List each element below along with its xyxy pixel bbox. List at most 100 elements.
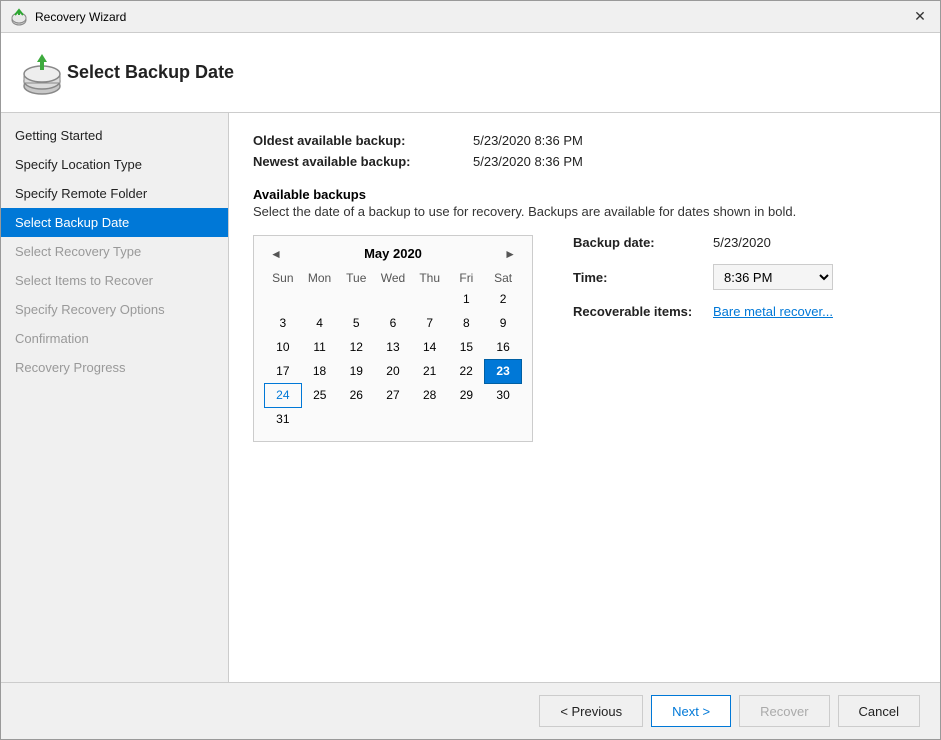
close-button[interactable]: ✕: [908, 5, 932, 29]
col-sat: Sat: [485, 269, 522, 287]
time-label: Time:: [573, 270, 713, 285]
col-wed: Wed: [375, 269, 412, 287]
calendar-day[interactable]: 6: [375, 311, 412, 335]
time-row: Time: 8:36 PM: [573, 264, 833, 290]
calendar-week: 31: [265, 407, 522, 431]
header-title: Select Backup Date: [67, 62, 234, 83]
calendar-day[interactable]: 24: [265, 383, 302, 407]
calendar-day-empty: [411, 287, 448, 311]
calendar-day-empty: [301, 287, 338, 311]
calendar-month-year: May 2020: [364, 246, 422, 261]
calendar-day[interactable]: 27: [375, 383, 412, 407]
backup-icon: [17, 48, 67, 98]
calendar-header: ◄ May 2020 ►: [264, 246, 522, 261]
calendar-day-headers: Sun Mon Tue Wed Thu Fri Sat: [265, 269, 522, 287]
sidebar-item-getting-started[interactable]: Getting Started: [1, 121, 228, 150]
backup-date-value: 5/23/2020: [713, 235, 771, 250]
calendar-day[interactable]: 11: [301, 335, 338, 359]
footer: < Previous Next > Recover Cancel: [1, 682, 940, 739]
calendar-day[interactable]: 19: [338, 359, 375, 383]
calendar-day[interactable]: 4: [301, 311, 338, 335]
calendar-day[interactable]: 29: [448, 383, 485, 407]
recovery-wizard-window: Recovery Wizard ✕ Select Backup Date Get…: [0, 0, 941, 740]
sidebar-item-specify-recovery-options: Specify Recovery Options: [1, 295, 228, 324]
calendar-grid: Sun Mon Tue Wed Thu Fri Sat 123456789101…: [264, 269, 522, 431]
sidebar-item-select-items-to-recover: Select Items to Recover: [1, 266, 228, 295]
calendar-day-empty: [338, 287, 375, 311]
next-button[interactable]: Next >: [651, 695, 731, 727]
calendar-body: 1234567891011121314151617181920212223242…: [265, 287, 522, 431]
calendar-day[interactable]: 9: [485, 311, 522, 335]
available-section: Available backups Select the date of a b…: [253, 187, 916, 219]
app-icon: [9, 7, 29, 27]
oldest-backup-value: 5/23/2020 8:36 PM: [473, 133, 583, 148]
calendar-day[interactable]: 23: [485, 359, 522, 383]
available-title: Available backups: [253, 187, 916, 202]
previous-button[interactable]: < Previous: [539, 695, 643, 727]
calendar-prev-button[interactable]: ◄: [264, 247, 288, 261]
calendar-day-empty: [411, 407, 448, 431]
sidebar-item-recovery-progress: Recovery Progress: [1, 353, 228, 382]
sidebar-item-specify-remote-folder[interactable]: Specify Remote Folder: [1, 179, 228, 208]
calendar-day[interactable]: 10: [265, 335, 302, 359]
recover-button: Recover: [739, 695, 829, 727]
calendar-day[interactable]: 22: [448, 359, 485, 383]
backup-date-label: Backup date:: [573, 235, 713, 250]
calendar-day[interactable]: 28: [411, 383, 448, 407]
time-select[interactable]: 8:36 PM: [713, 264, 833, 290]
sidebar: Getting Started Specify Location Type Sp…: [1, 113, 229, 682]
recoverable-link[interactable]: Bare metal recover...: [713, 304, 833, 319]
calendar-day-empty: [375, 287, 412, 311]
calendar-next-button[interactable]: ►: [498, 247, 522, 261]
calendar-day[interactable]: 20: [375, 359, 412, 383]
calendar-day-empty: [375, 407, 412, 431]
calendar-and-options: ◄ May 2020 ► Sun Mon Tue Wed Thu: [253, 235, 916, 442]
sidebar-item-select-backup-date[interactable]: Select Backup Date: [1, 208, 228, 237]
calendar-day[interactable]: 30: [485, 383, 522, 407]
oldest-backup-row: Oldest available backup: 5/23/2020 8:36 …: [253, 133, 916, 148]
calendar-day[interactable]: 5: [338, 311, 375, 335]
calendar-day[interactable]: 7: [411, 311, 448, 335]
window-title: Recovery Wizard: [35, 10, 908, 24]
calendar-day-empty: [448, 407, 485, 431]
calendar-day[interactable]: 3: [265, 311, 302, 335]
newest-backup-row: Newest available backup: 5/23/2020 8:36 …: [253, 154, 916, 169]
col-tue: Tue: [338, 269, 375, 287]
calendar-week: 12: [265, 287, 522, 311]
calendar-day[interactable]: 31: [265, 407, 302, 431]
calendar-day-empty: [265, 287, 302, 311]
calendar-day[interactable]: 13: [375, 335, 412, 359]
calendar-day[interactable]: 16: [485, 335, 522, 359]
newest-backup-value: 5/23/2020 8:36 PM: [473, 154, 583, 169]
calendar-day[interactable]: 12: [338, 335, 375, 359]
recoverable-row: Recoverable items: Bare metal recover...: [573, 304, 833, 319]
calendar: ◄ May 2020 ► Sun Mon Tue Wed Thu: [253, 235, 533, 442]
recoverable-label: Recoverable items:: [573, 304, 713, 319]
calendar-day[interactable]: 25: [301, 383, 338, 407]
newest-backup-label: Newest available backup:: [253, 154, 473, 169]
calendar-day[interactable]: 2: [485, 287, 522, 311]
cancel-button[interactable]: Cancel: [838, 695, 920, 727]
calendar-day[interactable]: 21: [411, 359, 448, 383]
calendar-week: 17181920212223: [265, 359, 522, 383]
title-bar: Recovery Wizard ✕: [1, 1, 940, 33]
col-fri: Fri: [448, 269, 485, 287]
calendar-day[interactable]: 17: [265, 359, 302, 383]
calendar-week: 3456789: [265, 311, 522, 335]
available-desc: Select the date of a backup to use for r…: [253, 204, 916, 219]
sidebar-item-select-recovery-type: Select Recovery Type: [1, 237, 228, 266]
col-sun: Sun: [265, 269, 302, 287]
calendar-day[interactable]: 26: [338, 383, 375, 407]
sidebar-item-confirmation: Confirmation: [1, 324, 228, 353]
calendar-day[interactable]: 1: [448, 287, 485, 311]
calendar-day[interactable]: 18: [301, 359, 338, 383]
content-area: Oldest available backup: 5/23/2020 8:36 …: [229, 113, 940, 682]
calendar-day-empty: [338, 407, 375, 431]
calendar-week: 10111213141516: [265, 335, 522, 359]
calendar-day[interactable]: 14: [411, 335, 448, 359]
calendar-day[interactable]: 15: [448, 335, 485, 359]
calendar-day[interactable]: 8: [448, 311, 485, 335]
sidebar-item-specify-location-type[interactable]: Specify Location Type: [1, 150, 228, 179]
backup-options: Backup date: 5/23/2020 Time: 8:36 PM Rec…: [573, 235, 833, 333]
backup-date-row: Backup date: 5/23/2020: [573, 235, 833, 250]
